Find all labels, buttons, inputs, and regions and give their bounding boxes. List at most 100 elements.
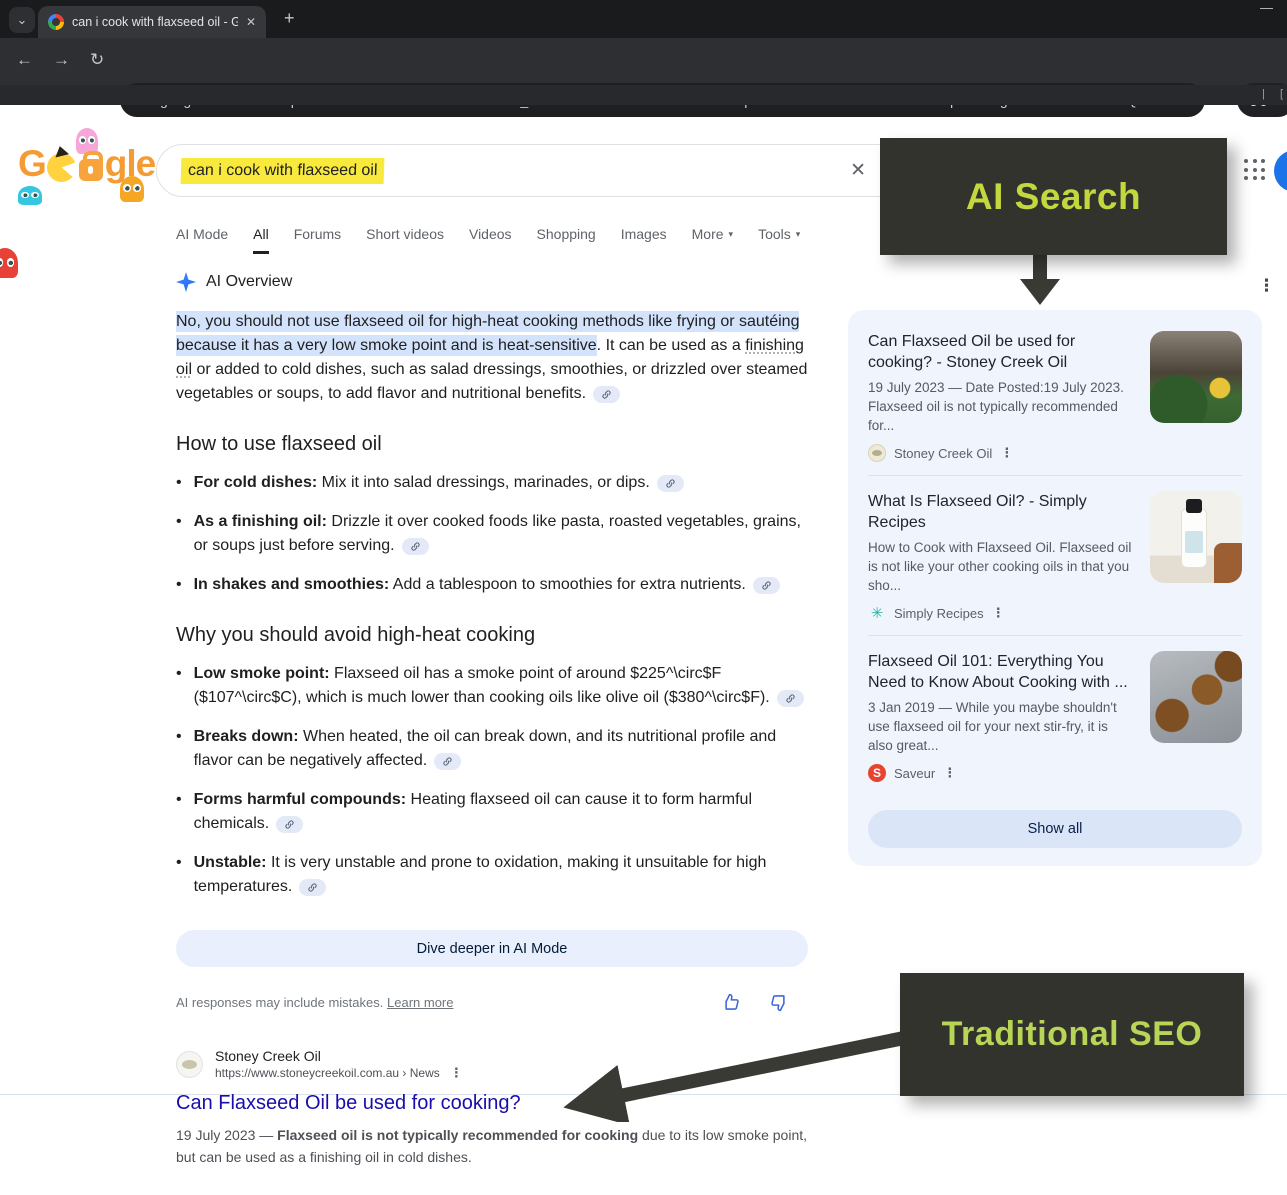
forward-icon[interactable]: → — [53, 50, 70, 70]
list-item: •In shakes and smoothies: Add a tablespo… — [176, 573, 808, 597]
section-heading: Why you should avoid high-heat cooking — [176, 624, 808, 647]
source-title[interactable]: What Is Flaxseed Oil? - Simply Recipes — [868, 491, 1136, 533]
citation-link-icon[interactable] — [299, 879, 326, 896]
tab-search-button[interactable]: ⌄ — [9, 7, 35, 33]
witch-hat-icon — [53, 144, 69, 157]
thumbs-down-icon[interactable] — [769, 992, 790, 1013]
site-favicon-icon — [176, 1051, 203, 1078]
citation-link-icon[interactable] — [276, 816, 303, 833]
more-vert-icon[interactable]: ⋮ — [450, 1065, 463, 1081]
more-vert-icon[interactable]: ⋮ — [943, 765, 956, 781]
account-avatar[interactable] — [1274, 150, 1287, 192]
tab-shopping[interactable]: Shopping — [537, 226, 596, 254]
thumbs-up-icon[interactable] — [720, 992, 741, 1013]
bullet-icon: • — [176, 851, 182, 899]
citation-link-icon[interactable] — [777, 690, 804, 707]
google-favicon-icon — [48, 14, 64, 30]
tab-short-videos[interactable]: Short videos — [366, 226, 444, 254]
source-card[interactable]: What Is Flaxseed Oil? - Simply Recipes H… — [868, 476, 1242, 635]
search-box[interactable]: can i cook with flaxseed oil ✕ — [156, 144, 905, 197]
cyan-ghost-icon — [18, 186, 42, 205]
more-vert-icon[interactable]: ⋮ — [1000, 445, 1013, 461]
list-item: •As a finishing oil: Drizzle it over coo… — [176, 510, 808, 558]
citation-link-icon[interactable] — [593, 386, 620, 403]
pacman-icon — [47, 153, 76, 182]
traditional-seo-annotation: Traditional SEO — [900, 973, 1244, 1096]
browser-tab[interactable]: can i cook with flaxseed oil - Go ✕ — [38, 6, 266, 38]
chevron-down-icon: ⌄ — [17, 12, 28, 28]
source-card[interactable]: Can Flaxseed Oil be used for cooking? - … — [868, 316, 1242, 475]
new-tab-button[interactable]: + — [284, 8, 295, 29]
citation-link-icon[interactable] — [753, 577, 780, 594]
source-attribution: S Saveur ⋮ — [868, 764, 1136, 782]
avoid-high-heat-list: •Low smoke point: Flaxseed oil has a smo… — [176, 662, 808, 899]
tab-videos[interactable]: Videos — [469, 226, 512, 254]
bullet-icon: • — [176, 510, 182, 558]
diagonal-arrow-icon — [552, 1022, 912, 1122]
dive-deeper-button[interactable]: Dive deeper in AI Mode — [176, 930, 808, 967]
tab-title: can i cook with flaxseed oil - Go — [72, 15, 238, 29]
bullet-icon: • — [176, 725, 182, 773]
result-snippet: 19 July 2023 — Flaxseed oil is not typic… — [176, 1124, 821, 1168]
tab-tools[interactable]: Tools▾ — [758, 226, 800, 254]
tab-strip: ⌄ can i cook with flaxseed oil - Go ✕ + … — [0, 0, 1287, 38]
close-tab-icon[interactable]: ✕ — [246, 15, 256, 29]
tab-all[interactable]: All — [253, 226, 269, 254]
minimize-window-icon[interactable]: — — [1260, 0, 1273, 15]
down-arrow-icon — [1016, 253, 1064, 307]
citation-link-icon[interactable] — [657, 475, 684, 492]
bullet-icon: • — [176, 471, 182, 495]
ai-sources-panel: Can Flaxseed Oil be used for cooking? - … — [848, 310, 1262, 866]
padlock-icon — [79, 159, 103, 181]
feedback-buttons — [720, 992, 790, 1013]
red-ghost-icon — [0, 248, 18, 278]
list-item: •Unstable: It is very unstable and prone… — [176, 851, 808, 899]
citation-link-icon[interactable] — [434, 753, 461, 770]
chevron-down-icon: ▾ — [729, 229, 734, 240]
citation-link-icon[interactable] — [402, 538, 429, 555]
ai-overview-body: No, you should not use flaxseed oil for … — [176, 310, 808, 1013]
google-apps-icon[interactable] — [1244, 159, 1266, 181]
more-vert-icon[interactable]: ⋮ — [992, 605, 1005, 621]
search-query-text[interactable]: can i cook with flaxseed oil — [181, 158, 385, 184]
source-name: Simply Recipes — [894, 606, 984, 621]
clear-search-icon[interactable]: ✕ — [850, 159, 866, 182]
ai-disclaimer: AI responses may include mistakes. Learn… — [176, 995, 453, 1010]
tab-more[interactable]: More▾ — [692, 226, 733, 254]
list-item: •Forms harmful compounds: Heating flaxse… — [176, 788, 808, 836]
logo-letters-gle: gle — [105, 143, 155, 185]
list-item: •Breaks down: When heated, the oil can b… — [176, 725, 808, 773]
ai-overview-footer: AI responses may include mistakes. Learn… — [176, 992, 808, 1013]
result-thumbnail[interactable] — [1150, 331, 1242, 423]
ai-search-annotation: AI Search — [880, 138, 1227, 255]
source-card[interactable]: Flaxseed Oil 101: Everything You Need to… — [868, 636, 1242, 795]
tab-ai-mode[interactable]: AI Mode — [176, 226, 228, 254]
source-snippet: How to Cook with Flaxseed Oil. Flaxseed … — [868, 538, 1136, 595]
ai-sparkle-icon — [176, 272, 196, 292]
result-type-tabs: AI Mode All Forums Short videos Videos S… — [176, 226, 800, 254]
bookmarks-bar: | [ — [0, 85, 1287, 105]
result-site-name[interactable]: Stoney Creek Oil — [215, 1047, 463, 1065]
source-snippet: 19 July 2023 — Date Posted:19 July 2023.… — [868, 378, 1136, 435]
result-thumbnail[interactable] — [1150, 651, 1242, 743]
chevron-down-icon: ▾ — [796, 229, 801, 240]
learn-more-link[interactable]: Learn more — [387, 995, 453, 1010]
bookmark-fragment: [ — [1280, 88, 1283, 100]
separator: | — [1262, 88, 1265, 100]
list-item: •Low smoke point: Flaxseed oil has a smo… — [176, 662, 808, 710]
tab-images[interactable]: Images — [621, 226, 667, 254]
source-name: Saveur — [894, 766, 935, 781]
source-title[interactable]: Can Flaxseed Oil be used for cooking? - … — [868, 331, 1136, 373]
more-vert-icon[interactable]: ⋮ — [1258, 276, 1275, 296]
source-title[interactable]: Flaxseed Oil 101: Everything You Need to… — [868, 651, 1136, 693]
browser-chrome: ⌄ can i cook with flaxseed oil - Go ✕ + … — [0, 0, 1287, 105]
bullet-icon: • — [176, 788, 182, 836]
source-snippet: 3 Jan 2019 — While you maybe shouldn't u… — [868, 698, 1136, 755]
google-doodle-logo[interactable]: Ggle — [0, 105, 160, 225]
back-icon[interactable]: ← — [16, 50, 33, 70]
reload-icon[interactable]: ↻ — [90, 50, 104, 70]
bullet-icon: • — [176, 573, 182, 597]
result-thumbnail[interactable] — [1150, 491, 1242, 583]
show-all-button[interactable]: Show all — [868, 810, 1242, 848]
tab-forums[interactable]: Forums — [294, 226, 341, 254]
